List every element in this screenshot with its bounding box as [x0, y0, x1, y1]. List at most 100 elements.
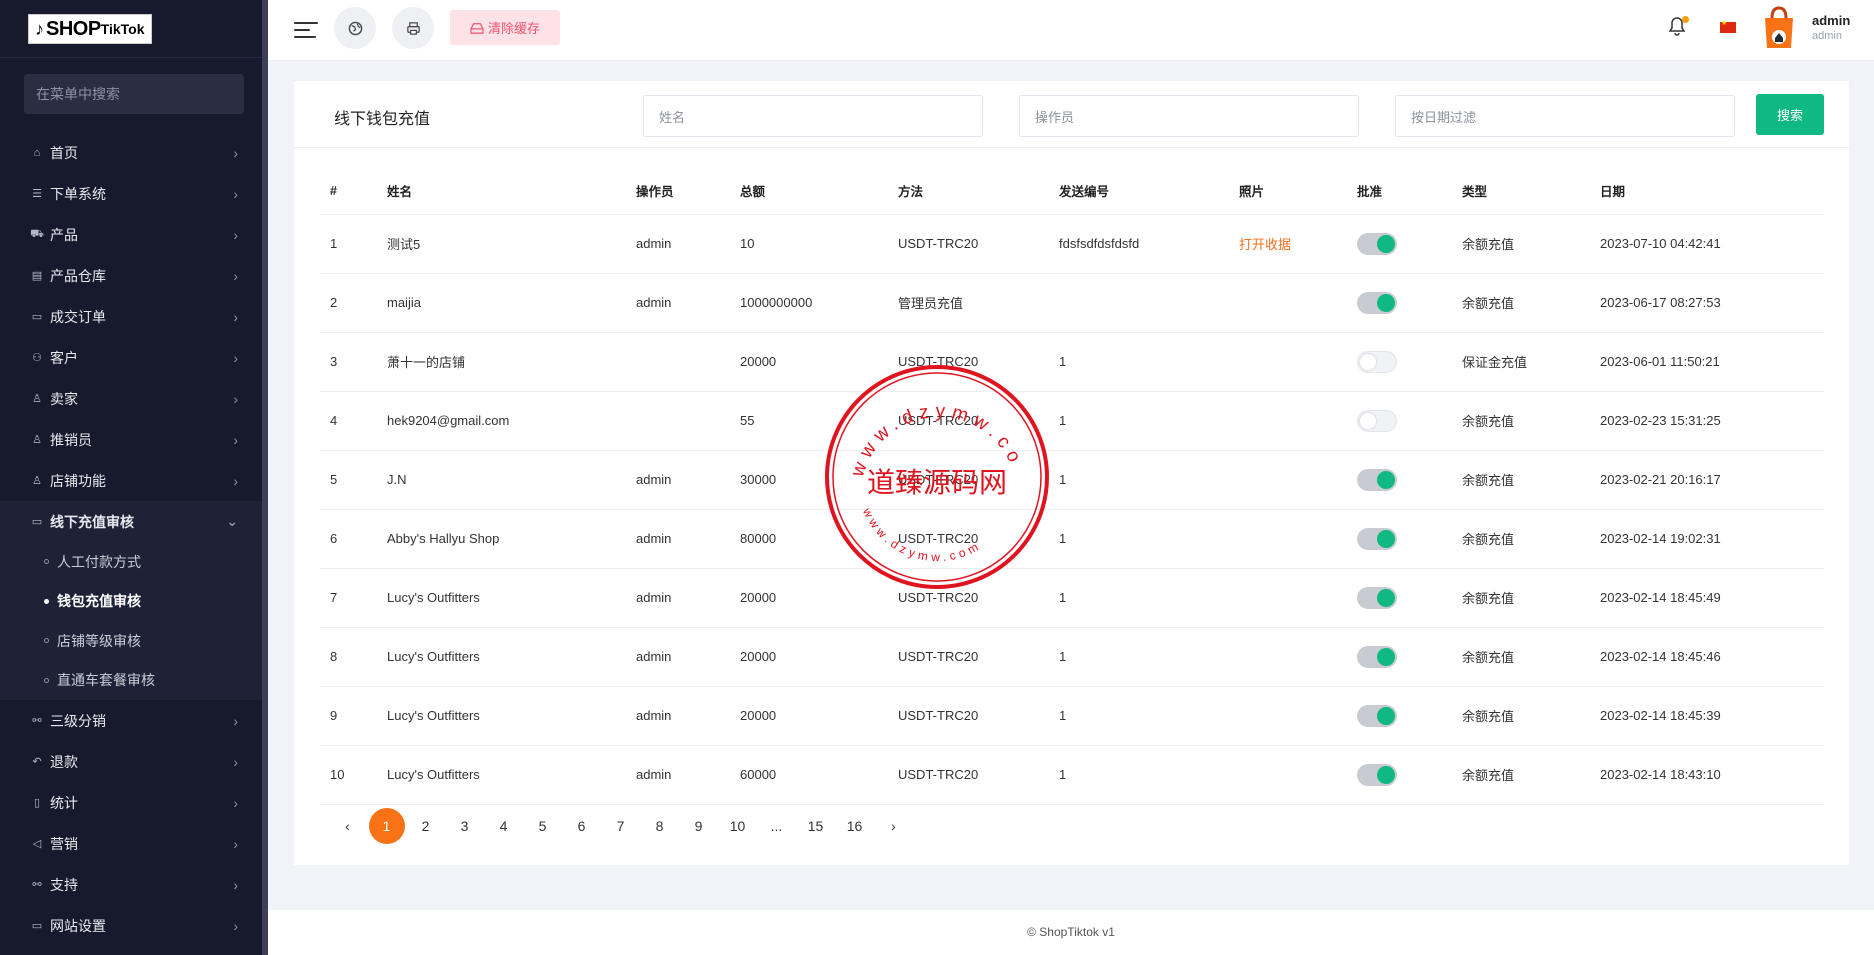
- topbar: 清除缓存 admin admin: [268, 0, 1874, 61]
- warehouse-icon: ▤: [31, 270, 43, 282]
- page-button[interactable]: 6: [562, 808, 601, 844]
- search-button-label: 搜索: [1776, 108, 1803, 123]
- sidebar-item[interactable]: ⚯ 支持 ›: [0, 864, 268, 905]
- page-button[interactable]: 8: [640, 808, 679, 844]
- china-flag-icon[interactable]: [1720, 19, 1736, 33]
- page-number: 15: [807, 818, 824, 834]
- chevron-right-icon: ›: [233, 917, 238, 934]
- sidebar-subitem[interactable]: 直通车套餐审核: [0, 661, 268, 701]
- page-button[interactable]: 9: [679, 808, 718, 844]
- page-button[interactable]: 10: [718, 808, 757, 844]
- page-button[interactable]: 1: [367, 808, 406, 844]
- approval-toggle[interactable]: [1357, 527, 1397, 550]
- page-button[interactable]: 16: [835, 808, 874, 844]
- cell-operator: admin: [626, 273, 730, 333]
- approval-toggle[interactable]: [1357, 763, 1397, 786]
- cell-method: USDT-TRC20: [888, 509, 1049, 569]
- approval-toggle[interactable]: [1357, 645, 1397, 668]
- sidebar-item[interactable]: ♙ 推销员 ›: [0, 419, 268, 460]
- cell-send-no: 1: [1049, 509, 1229, 569]
- page-button[interactable]: 4: [484, 808, 523, 844]
- menu-toggle-icon[interactable]: [294, 20, 318, 40]
- sidebar-item[interactable]: ⚇ 客户 ›: [0, 337, 268, 378]
- sidebar-subitem[interactable]: 钱包充值审核: [0, 582, 268, 622]
- prev-page-button[interactable]: ‹: [328, 808, 367, 844]
- sidebar-item[interactable]: ♙ 店铺功能 ›: [0, 460, 268, 501]
- approval-toggle[interactable]: [1357, 350, 1397, 373]
- sidebar-item[interactable]: ⛟ 产品 ›: [0, 214, 268, 255]
- page-number: 1: [368, 808, 405, 844]
- cell-n: 2: [320, 273, 377, 333]
- sidebar-subitem[interactable]: 店铺等级审核: [0, 621, 268, 661]
- sidebar-item[interactable]: ▤ 产品仓库 ›: [0, 255, 268, 296]
- notification-bell-icon[interactable]: [1668, 16, 1690, 40]
- approval-toggle[interactable]: [1357, 586, 1397, 609]
- cell-n: 9: [320, 686, 377, 746]
- sidebar-item[interactable]: ♙ 卖家 ›: [0, 378, 268, 419]
- globe-icon[interactable]: [334, 7, 376, 49]
- page-button[interactable]: 2: [406, 808, 445, 844]
- photo-cell: [1229, 686, 1347, 746]
- name-filter-input[interactable]: 姓名: [643, 95, 983, 137]
- sidebar-item[interactable]: ◁ 营销 ›: [0, 823, 268, 864]
- cell-amount: 20000: [730, 627, 888, 687]
- sidebar-item[interactable]: ⚯ 三级分销 ›: [0, 700, 268, 741]
- sidebar-item-label: 支持: [50, 876, 78, 893]
- sidebar-item[interactable]: ☰ 下单系统 ›: [0, 173, 268, 214]
- page-button[interactable]: 15: [796, 808, 835, 844]
- toggle-knob: [1377, 470, 1395, 489]
- approval-toggle[interactable]: [1357, 704, 1397, 727]
- approval-toggle[interactable]: [1357, 468, 1397, 491]
- page-number: 10: [729, 818, 746, 834]
- cell-amount: 60000: [730, 745, 888, 805]
- table-row: 2 maijia admin 1000000000 管理员充值 余额充值 2023-06-1…: [320, 273, 1824, 333]
- cell-n: 6: [320, 509, 377, 569]
- page-button[interactable]: ...: [757, 808, 796, 844]
- table-row: 8 Lucy's Outfitters admin 20000 USDT-TRC20 1 余…: [320, 627, 1824, 687]
- photo-cell: [1229, 627, 1347, 687]
- approval-toggle[interactable]: [1357, 291, 1397, 314]
- page-button[interactable]: 5: [523, 808, 562, 844]
- cell-send-no: 1: [1049, 686, 1229, 746]
- page-button[interactable]: 3: [445, 808, 484, 844]
- sidebar-scrollbar-thumb[interactable]: [262, 0, 268, 955]
- search-button[interactable]: 搜索: [1756, 94, 1824, 135]
- print-icon[interactable]: [392, 7, 434, 49]
- avatar[interactable]: [1762, 6, 1796, 50]
- next-page-button[interactable]: ›: [874, 808, 913, 844]
- clear-cache-button[interactable]: 清除缓存: [450, 10, 560, 45]
- cell-method: USDT-TRC20: [888, 332, 1049, 392]
- menu-search-input[interactable]: 在菜单中搜索: [24, 74, 244, 114]
- column-header: 批准: [1347, 168, 1452, 215]
- open-receipt-link[interactable]: 打开收据: [1239, 237, 1291, 252]
- approval-cell: [1347, 568, 1452, 628]
- sidebar-item[interactable]: ↶ 退款 ›: [0, 741, 268, 782]
- sidebar-item-label: 推销员: [50, 431, 92, 448]
- drive-icon: [470, 22, 484, 34]
- toggle-knob: [1377, 647, 1395, 666]
- sidebar-item[interactable]: ▭ 线下充值审核 ⌄: [0, 501, 268, 542]
- date-filter-input[interactable]: 按日期过滤: [1395, 95, 1735, 137]
- sidebar-scrollbar[interactable]: [262, 0, 268, 955]
- table-header-row: # 姓名 操作员 总额 方法 发送编号 照片 批准 类型 日期: [320, 168, 1824, 215]
- cell-method: USDT-TRC20: [888, 627, 1049, 687]
- chevron-right-icon: ›: [233, 267, 238, 284]
- cell-n: 3: [320, 332, 377, 392]
- page-button[interactable]: 7: [601, 808, 640, 844]
- operator-filter-input[interactable]: 操作员: [1019, 95, 1359, 137]
- sidebar-item[interactable]: ▭ 成交订单 ›: [0, 296, 268, 337]
- cell-send-no: 1: [1049, 627, 1229, 687]
- approval-toggle[interactable]: [1357, 232, 1397, 255]
- sidebar-subitem[interactable]: 人工付款方式: [0, 542, 268, 582]
- cell-send-no: 1: [1049, 745, 1229, 805]
- photo-cell: [1229, 332, 1347, 392]
- cell-name: hek9204@gmail.com: [377, 391, 626, 451]
- user-name[interactable]: admin: [1812, 13, 1850, 28]
- logo[interactable]: ♪ SHOP TikTok: [28, 14, 152, 44]
- cell-type: 余额充值: [1452, 745, 1590, 805]
- sidebar-item-label: 产品: [50, 226, 78, 243]
- sidebar-item[interactable]: ▯ 统计 ›: [0, 782, 268, 823]
- sidebar-item[interactable]: ▭ 网站设置 ›: [0, 905, 268, 946]
- approval-toggle[interactable]: [1357, 409, 1397, 432]
- sidebar-item[interactable]: ⌂ 首页 ›: [0, 132, 268, 173]
